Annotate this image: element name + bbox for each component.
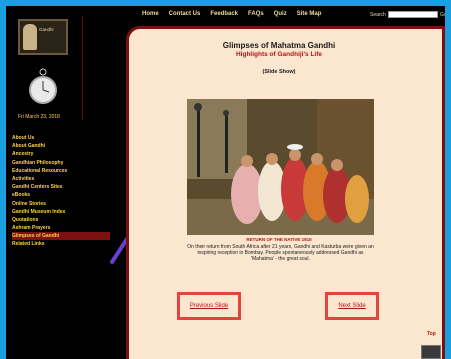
- search-input[interactable]: [388, 11, 438, 18]
- sidebar-item-glimpses[interactable]: Glimpses of Gandhi: [12, 232, 110, 241]
- sidebar-item-educational-resources[interactable]: Educational Resources: [12, 167, 112, 175]
- sidebar-item-philosophy[interactable]: Gandhian Philosophy: [12, 159, 112, 167]
- previous-slide-button[interactable]: Previous Slide: [177, 292, 241, 320]
- sidebar-menu: About Us About Gandhi Ancestry Gandhian …: [12, 134, 112, 249]
- sidebar-item-museum-index[interactable]: Gandhi Museum Index: [12, 208, 112, 216]
- sidebar-item-related-links[interactable]: Related Links: [12, 240, 112, 248]
- search-label: Search: [370, 12, 386, 18]
- nav-home[interactable]: Home: [142, 11, 159, 17]
- page-subtitle: Highlights of Gandhiji's Life: [235, 51, 323, 58]
- top-link[interactable]: Top: [427, 331, 436, 337]
- go-button[interactable]: Go: [440, 12, 445, 18]
- sidebar-item-centers-sites[interactable]: Gandhi Centers Sites: [12, 183, 112, 191]
- nav-site-map[interactable]: Site Map: [297, 11, 322, 17]
- nav-faqs[interactable]: FAQs: [248, 11, 264, 17]
- nav-quiz[interactable]: Quiz: [274, 11, 287, 17]
- sidebar-item-ashram-prayers[interactable]: Ashram Prayers: [12, 224, 112, 232]
- page-title: Glimpses of Mahatma Gandhi: [222, 41, 336, 50]
- top-navigation: Home Contact Us Feedback FAQs Quiz Site …: [126, 6, 445, 26]
- sidebar-item-about-us[interactable]: About Us: [12, 134, 112, 142]
- sidebar-item-about-gandhi[interactable]: About Gandhi: [12, 142, 112, 150]
- logo-text: Gandhi: [39, 27, 54, 32]
- pocket-watch-icon: [29, 68, 57, 104]
- next-slide-link[interactable]: Next Slide: [338, 303, 365, 309]
- previous-slide-link[interactable]: Previous Slide: [190, 303, 228, 309]
- slide-caption: On their return from South Africa after …: [187, 244, 374, 262]
- site-logo[interactable]: Gandhi: [18, 19, 68, 55]
- nav-contact-us[interactable]: Contact Us: [169, 11, 201, 17]
- divider: [82, 16, 83, 120]
- sidebar-item-activities[interactable]: Activities: [12, 175, 112, 183]
- main-content: Glimpses of Mahatma Gandhi Highlights of…: [126, 26, 445, 359]
- sidebar-item-ebooks[interactable]: eBooks: [12, 191, 112, 199]
- caption-title: RETURN OF THE NATIVE 1915: [246, 237, 312, 242]
- footer-thumbnail: [421, 345, 441, 359]
- topnav-links: Home Contact Us Feedback FAQs Quiz Site …: [142, 11, 321, 17]
- next-slide-button[interactable]: Next Slide: [325, 292, 379, 320]
- sidebar-item-quotations[interactable]: Quotations: [12, 216, 112, 224]
- current-date: Fri March 23, 2018: [18, 114, 60, 120]
- browser-frame: Home Contact Us Feedback FAQs Quiz Site …: [6, 6, 445, 359]
- slideshow-label: (Slide Show): [262, 69, 296, 75]
- nav-feedback[interactable]: Feedback: [210, 11, 238, 17]
- gandhi-portrait-icon: [23, 24, 37, 50]
- sidebar-item-online-stories[interactable]: Online Stories: [12, 200, 112, 208]
- sidebar-item-ancestry[interactable]: Ancestry: [12, 150, 112, 158]
- slide-photo: [187, 99, 374, 235]
